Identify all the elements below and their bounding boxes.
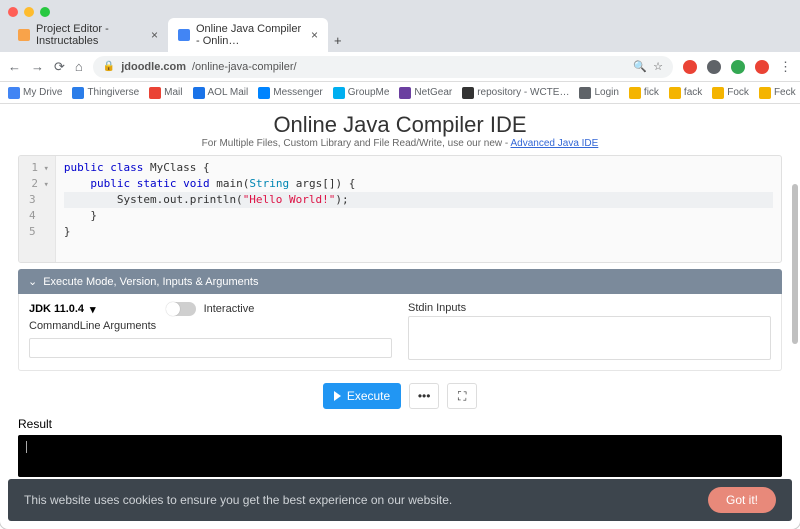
- extension-icon[interactable]: [707, 60, 721, 74]
- window-minimize-button[interactable]: [24, 7, 34, 17]
- bookmark-item[interactable]: Messenger: [258, 87, 322, 99]
- bookmark-favicon: [629, 87, 641, 99]
- bookmark-favicon: [8, 87, 20, 99]
- action-buttons: Execute ••• ⛶: [18, 383, 782, 409]
- execute-panel-header[interactable]: ⌄ Execute Mode, Version, Inputs & Argume…: [18, 269, 782, 294]
- zoom-icon[interactable]: 🔍: [633, 60, 647, 73]
- bookmark-item[interactable]: Thingiverse: [72, 87, 139, 99]
- caret-down-icon: ▾: [90, 303, 96, 316]
- browser-chrome: Project Editor - Instructables×Online Ja…: [0, 0, 800, 104]
- editor-code[interactable]: public class MyClass { public static voi…: [56, 156, 781, 262]
- nav-back-button[interactable]: ←: [8, 59, 21, 74]
- bookmark-item[interactable]: Fock: [712, 87, 749, 99]
- nav-forward-button[interactable]: →: [31, 59, 44, 74]
- tab-strip: Project Editor - Instructables×Online Ja…: [0, 24, 800, 52]
- new-tab-button[interactable]: +: [328, 29, 348, 52]
- bookmark-favicon: [258, 87, 270, 99]
- star-icon[interactable]: ☆: [653, 60, 663, 73]
- bookmark-item[interactable]: My Drive: [8, 87, 62, 99]
- execute-button[interactable]: Execute: [323, 383, 401, 409]
- bookmark-favicon: [333, 87, 345, 99]
- nav-reload-button[interactable]: ⟳: [54, 59, 65, 75]
- tab-close-button[interactable]: ×: [151, 28, 158, 42]
- cookie-text: This website uses cookies to ensure you …: [24, 493, 452, 507]
- bookmark-item[interactable]: GroupMe: [333, 87, 390, 99]
- bookmark-favicon: [72, 87, 84, 99]
- url-input[interactable]: 🔒 jdoodle.com/online-java-compiler/ 🔍 ☆: [93, 56, 673, 78]
- bookmark-favicon: [149, 87, 161, 99]
- bookmark-favicon: [462, 87, 474, 99]
- result-label: Result: [18, 417, 782, 431]
- bookmark-item[interactable]: Feck: [759, 87, 796, 99]
- page-content: Online Java Compiler IDE For Multiple Fi…: [0, 104, 800, 502]
- extension-icon[interactable]: [755, 60, 769, 74]
- url-path: /online-java-compiler/: [192, 61, 297, 73]
- cli-arguments-label: CommandLine Arguments: [29, 320, 392, 332]
- bookmark-item[interactable]: fack: [669, 87, 702, 99]
- stdin-label: Stdin Inputs: [408, 302, 771, 314]
- cookie-banner: This website uses cookies to ensure you …: [8, 479, 792, 521]
- bookmark-item[interactable]: fick: [629, 87, 659, 99]
- tab-favicon: [18, 29, 30, 41]
- page-subtitle: For Multiple Files, Custom Library and F…: [18, 138, 782, 149]
- scrollbar[interactable]: [792, 184, 798, 344]
- cli-arguments-input[interactable]: [29, 338, 392, 358]
- more-button[interactable]: •••: [409, 383, 439, 409]
- stdin-input[interactable]: [408, 316, 771, 360]
- bookmark-favicon: [759, 87, 771, 99]
- fullscreen-button[interactable]: ⛶: [447, 383, 477, 409]
- nav-home-button[interactable]: ⌂: [75, 59, 83, 74]
- page-title: Online Java Compiler IDE: [18, 112, 782, 138]
- address-bar: ← → ⟳ ⌂ 🔒 jdoodle.com/online-java-compil…: [0, 52, 800, 82]
- bookmark-favicon: [669, 87, 681, 99]
- bookmark-favicon: [579, 87, 591, 99]
- editor-gutter: 1 ▾2 ▾3 4 5: [19, 156, 56, 262]
- bookmark-item[interactable]: AOL Mail: [193, 87, 249, 99]
- url-host: jdoodle.com: [121, 61, 186, 73]
- bookmark-favicon: [399, 87, 411, 99]
- bookmark-item[interactable]: repository - WCTE…: [462, 87, 569, 99]
- browser-tab[interactable]: Project Editor - Instructables×: [8, 18, 168, 52]
- extension-icon[interactable]: [731, 60, 745, 74]
- extension-icons: ⋮: [683, 59, 792, 75]
- window-maximize-button[interactable]: [40, 7, 50, 17]
- bookmarks-bar: My Drive Thingiverse Mail AOL Mail Messenger…: [0, 82, 800, 104]
- advanced-ide-link[interactable]: Advanced Java IDE: [511, 138, 599, 149]
- interactive-toggle[interactable]: [166, 302, 196, 316]
- execute-panel-body: JDK 11.0.4 ▾ Interactive CommandLine Arg…: [18, 294, 782, 371]
- window-close-button[interactable]: [8, 7, 18, 17]
- bookmark-item[interactable]: Login: [579, 87, 618, 99]
- tab-favicon: [178, 29, 190, 41]
- interactive-label: Interactive: [204, 303, 255, 315]
- lock-icon: 🔒: [103, 61, 115, 72]
- extension-icon[interactable]: [683, 60, 697, 74]
- code-editor[interactable]: 1 ▾2 ▾3 4 5 public class MyClass { publi…: [18, 155, 782, 263]
- bookmark-item[interactable]: NetGear: [399, 87, 452, 99]
- menu-icon[interactable]: ⋮: [779, 59, 792, 75]
- bookmark-favicon: [193, 87, 205, 99]
- bookmark-item[interactable]: Mail: [149, 87, 182, 99]
- bookmark-favicon: [712, 87, 724, 99]
- tab-close-button[interactable]: ×: [311, 28, 318, 42]
- result-output: [18, 435, 782, 477]
- browser-tab[interactable]: Online Java Compiler - Onlin…×: [168, 18, 328, 52]
- chevron-down-icon: ⌄: [28, 275, 37, 288]
- cookie-accept-button[interactable]: Got it!: [708, 487, 776, 513]
- jdk-version-dropdown[interactable]: JDK 11.0.4 ▾: [29, 303, 96, 316]
- play-icon: [334, 391, 341, 401]
